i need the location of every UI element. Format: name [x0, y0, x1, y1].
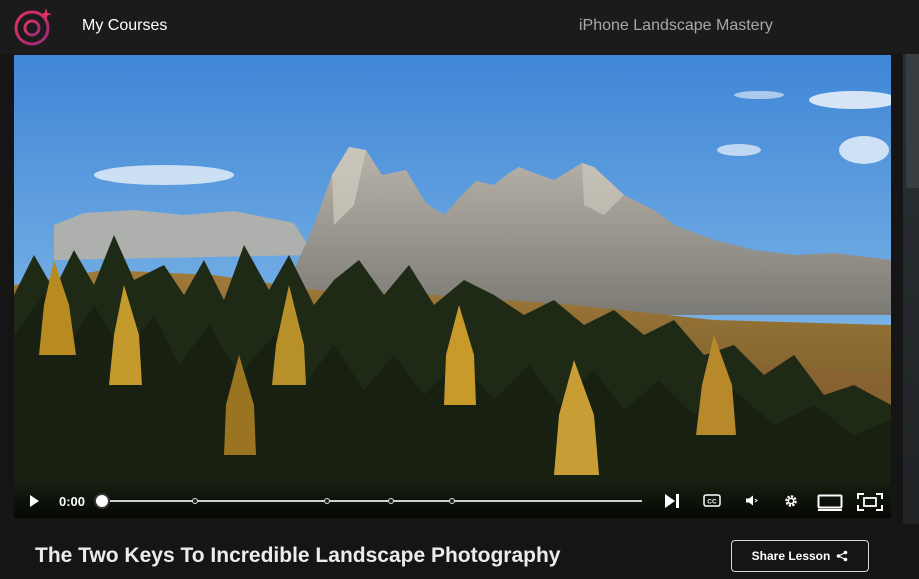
sidebar-scrollbar[interactable]	[903, 54, 919, 524]
theater-mode-icon[interactable]	[817, 494, 843, 511]
progress-scrubber[interactable]	[94, 493, 110, 509]
video-frame-landscape	[14, 55, 891, 518]
scrollbar-thumb[interactable]	[906, 54, 919, 188]
logo-icon[interactable]	[13, 7, 53, 47]
progress-track[interactable]	[102, 500, 642, 502]
play-icon[interactable]	[29, 494, 41, 508]
svg-text:CC: CC	[707, 499, 717, 506]
chapter-marker[interactable]	[388, 498, 394, 504]
course-title: iPhone Landscape Mastery	[579, 17, 773, 34]
chapter-marker[interactable]	[192, 498, 198, 504]
fullscreen-icon[interactable]	[857, 493, 883, 511]
video-controls-bar: 0:00 CC	[14, 484, 891, 518]
my-courses-link[interactable]: My Courses	[82, 17, 167, 35]
current-time: 0:00	[59, 494, 86, 509]
top-navigation-bar: My Courses iPhone Landscape Mastery	[0, 0, 919, 54]
video-player[interactable]: 0:00 CC	[14, 55, 891, 518]
skip-next-icon[interactable]	[663, 493, 681, 509]
share-lesson-label: Share Lesson	[751, 549, 831, 563]
closed-captions-icon[interactable]: CC	[703, 494, 721, 507]
gear-icon[interactable]	[783, 493, 799, 509]
share-icon	[837, 550, 848, 562]
share-lesson-button[interactable]: Share Lesson	[731, 540, 869, 572]
volume-icon[interactable]	[745, 494, 759, 507]
chapter-marker[interactable]	[324, 498, 330, 504]
lesson-title: The Two Keys To Incredible Landscape Pho…	[35, 544, 561, 567]
chapter-marker[interactable]	[449, 498, 455, 504]
